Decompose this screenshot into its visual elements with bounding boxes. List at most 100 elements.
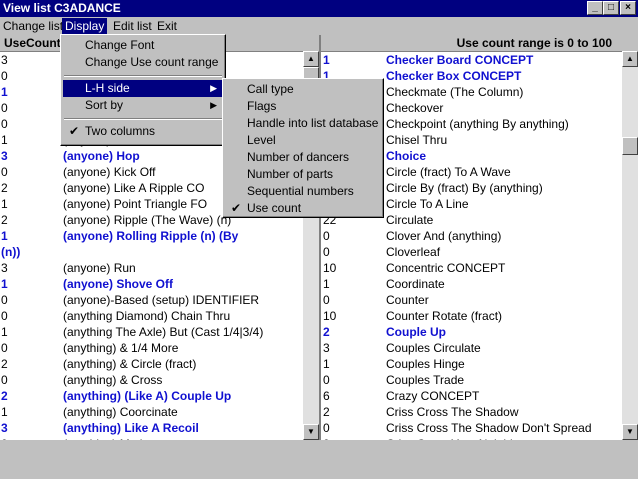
row-count: 0	[323, 245, 330, 259]
list-item[interactable]: Couples Hinge	[386, 356, 465, 372]
row-count: 1	[1, 277, 8, 291]
close-button[interactable]: ×	[620, 1, 636, 15]
row-count: 0	[1, 117, 8, 131]
right-scroll-down-button[interactable]: ▼	[622, 424, 638, 440]
submenu-item[interactable]: Call type	[225, 81, 381, 98]
list-item[interactable]: Criss Cross The Shadow	[386, 404, 519, 420]
list-item[interactable]: Coordinate	[386, 276, 445, 292]
list-item[interactable]: (anything The Axle) But (Cast 1/4|3/4)	[63, 324, 263, 340]
list-item[interactable]: (anyone) Run	[63, 260, 136, 276]
list-item[interactable]: (anything) Coorcinate	[63, 404, 178, 420]
menu-display[interactable]: Display	[62, 18, 108, 34]
row-count: 0	[1, 309, 8, 323]
list-item[interactable]: Circle (fract) To A Wave	[386, 164, 511, 180]
list-item[interactable]: Couples Circulate	[386, 340, 481, 356]
list-item[interactable]: (anything) (Like A) Couple Up	[63, 388, 231, 404]
maximize-button[interactable]: □	[603, 1, 619, 15]
change-range-label: Change Use count range	[85, 55, 219, 69]
row-count: 10	[323, 261, 337, 275]
left-header-label: UseCount	[4, 36, 61, 50]
window-title: View list C3ADANCE	[3, 1, 121, 15]
list-item[interactable]: Clover And (anything)	[386, 228, 501, 244]
right-scrollbar[interactable]: ▲ ▼	[622, 51, 638, 440]
row-count: 0	[1, 165, 8, 179]
list-item[interactable]: Circle To A Line	[386, 196, 469, 212]
left-scroll-down-button[interactable]: ▼	[303, 424, 319, 440]
menu-lh-side[interactable]: L-H side ▶	[63, 80, 223, 97]
right-scroll-up-button[interactable]: ▲	[622, 51, 638, 67]
list-item[interactable]: Circle By (fract) By (anything)	[386, 180, 543, 196]
menu-exit[interactable]: Exit	[154, 18, 180, 34]
menu-change-list[interactable]: Change list	[0, 18, 66, 34]
list-item[interactable]: Choice	[386, 148, 426, 164]
list-item[interactable]: Checkmate (The Column)	[386, 84, 523, 100]
row-count: 1	[323, 357, 330, 371]
submenu-item[interactable]: Number of dancers	[225, 149, 381, 166]
menu-sort-by[interactable]: Sort by ▶	[63, 97, 223, 114]
row-count: 3	[1, 261, 8, 275]
row-count: 2	[323, 405, 330, 419]
list-item[interactable]: Criss Cross The Shadow Don't Spread	[386, 420, 592, 436]
title-bar: View list C3ADANCE _ □ ×	[0, 0, 638, 17]
list-item[interactable]: Counter Rotate (fract)	[386, 308, 502, 324]
list-item[interactable]: (anyone) Rolling Ripple (n) (By	[63, 228, 238, 244]
list-item[interactable]: Checker Box CONCEPT	[386, 68, 521, 84]
submenu-item[interactable]: Flags	[225, 98, 381, 115]
lh-side-submenu: Call type Flags Handle into list database L…	[222, 78, 384, 218]
row-count: 0	[1, 293, 8, 307]
row-count: 3	[323, 341, 330, 355]
list-item[interactable]: Checkover	[386, 100, 443, 116]
submenu-item[interactable]: Handle into list database	[225, 115, 381, 132]
list-item[interactable]: (anyone) Point Triangle FO	[63, 196, 207, 212]
submenu-item[interactable]: Level	[225, 132, 381, 149]
list-item[interactable]: Cloverleaf	[386, 244, 440, 260]
row-count: 1	[1, 229, 8, 243]
list-item[interactable]: Checkpoint (anything By anything)	[386, 116, 569, 132]
submenu-item-label: Call type	[247, 82, 294, 96]
menu-two-columns[interactable]: ✔ Two columns	[63, 123, 223, 140]
list-item[interactable]: Chisel Thru	[386, 132, 447, 148]
row-count: 2	[323, 325, 330, 339]
row-count: 2	[1, 181, 8, 195]
list-item[interactable]: Counter	[386, 292, 429, 308]
list-item[interactable]: (anyone) Kick Off	[63, 164, 155, 180]
list-item[interactable]: (anyone) Ripple (The Wave) (n)	[63, 212, 231, 228]
list-item[interactable]: Crazy CONCEPT	[386, 388, 479, 404]
submenu-item-label: Number of parts	[247, 167, 334, 181]
check-icon: ✔	[231, 201, 242, 215]
menu-change-range[interactable]: Change Use count range	[63, 54, 223, 71]
list-item[interactable]: Concentric CONCEPT	[386, 260, 505, 276]
list-item[interactable]: Checker Board CONCEPT	[386, 52, 533, 68]
list-item[interactable]: Circulate	[386, 212, 433, 228]
row-count: 1	[1, 325, 8, 339]
list-item[interactable]: (anyone)-Based (setup) IDENTIFIER	[63, 292, 259, 308]
row-count: 1	[323, 277, 330, 291]
row-count: 0	[323, 293, 330, 307]
submenu-item-label: Handle into list database	[247, 116, 379, 130]
submenu-item-label: Use count	[247, 201, 302, 215]
list-item[interactable]: (anything Diamond) Chain Thru	[63, 308, 230, 324]
menu-separator	[64, 75, 222, 77]
display-menu: Change Font Change Use count range L-H s…	[60, 34, 226, 146]
menu-edit-list[interactable]: Edit list	[110, 18, 155, 34]
list-item[interactable]: Couple Up	[386, 324, 446, 340]
list-item[interactable]: (anything) & 1/4 More	[63, 340, 178, 356]
submenu-item[interactable]: Sequential numbers	[225, 183, 381, 200]
list-item[interactable]: (anyone) Like A Ripple CO	[63, 180, 204, 196]
list-item[interactable]: (anything) & Circle (fract)	[63, 356, 196, 372]
row-count: 1	[323, 53, 330, 67]
row-count: 0	[1, 341, 8, 355]
row-count: 0	[1, 373, 8, 387]
menu-change-font[interactable]: Change Font	[63, 37, 223, 54]
list-item[interactable]: (anyone) Hop	[63, 148, 140, 164]
row-count: 2	[1, 213, 8, 227]
list-item[interactable]: (anything) & Cross	[63, 372, 162, 388]
list-item[interactable]: (anything) Like A Recoil	[63, 420, 199, 436]
left-scroll-up-button[interactable]: ▲	[303, 51, 319, 67]
list-item[interactable]: (anyone) Shove Off	[63, 276, 173, 292]
minimize-button[interactable]: _	[587, 1, 603, 15]
list-item[interactable]: Couples Trade	[386, 372, 464, 388]
submenu-item[interactable]: Number of parts	[225, 166, 381, 183]
right-scroll-thumb[interactable]	[622, 137, 638, 155]
submenu-item[interactable]: ✔ Use count	[225, 200, 381, 217]
